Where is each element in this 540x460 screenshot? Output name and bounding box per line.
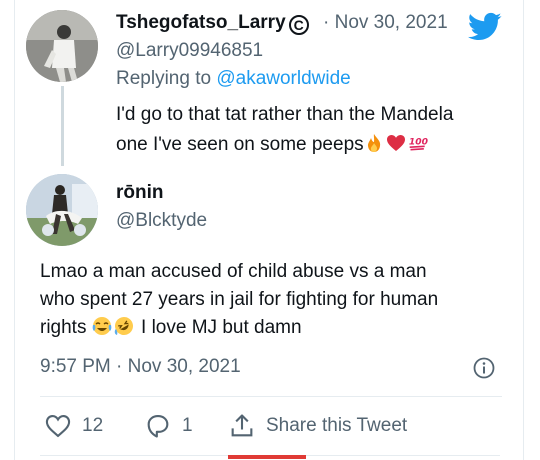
parent-tweet-text: I'd go to that tat rather than the Mande… <box>116 100 486 160</box>
info-icon[interactable] <box>472 356 496 380</box>
share-upload-icon <box>231 414 253 437</box>
main-tweet-text: Lmao a man accused of child abuse vs a m… <box>40 258 510 342</box>
main-text-line3-suffix: I love MJ but damn <box>141 317 302 338</box>
heart-outline-icon <box>45 415 71 438</box>
replying-prefix: Replying to <box>116 68 212 89</box>
stats-divider <box>40 396 502 397</box>
hundred-emoji-icon: 100 <box>408 137 428 151</box>
replying-mention-link[interactable]: @akaworldwide <box>216 68 350 89</box>
parent-date[interactable]: · Nov 30, 2021 <box>323 12 448 34</box>
main-handle[interactable]: @Blcktyde <box>116 210 207 232</box>
parent-handle[interactable]: @Larry09946851 <box>116 40 263 62</box>
main-text-line1: Lmao a man accused of child abuse vs a m… <box>40 261 427 282</box>
parent-text-line2: one I've seen on some peeps <box>116 134 364 155</box>
parent-display-name[interactable]: Tshegofatso_Larry C <box>116 12 309 35</box>
main-text-line3: rights I love MJ but damn <box>40 314 510 342</box>
thread-connector-line <box>61 86 64 166</box>
avatar-larry-photo <box>26 10 98 82</box>
main-text-line2: who spent 27 years in jail for fighting … <box>40 289 439 310</box>
reply-bubble-icon <box>147 415 169 438</box>
avatar-ronin[interactable] <box>26 174 98 246</box>
fire-emoji-icon <box>367 134 380 152</box>
tears-of-joy-emoji-icon <box>92 317 112 335</box>
main-display-name[interactable]: rōnin <box>116 182 164 204</box>
twitter-bird-icon[interactable] <box>468 12 502 42</box>
reply-button[interactable]: 1 <box>144 410 193 442</box>
bottom-accent-bar <box>228 455 306 459</box>
main-text-line3-prefix: rights <box>40 317 87 338</box>
parent-text-line1: I'd go to that tat rather than the Mande… <box>116 104 454 125</box>
tweet-timestamp[interactable]: 9:57 PM · Nov 30, 2021 <box>40 356 241 378</box>
avatar-larry[interactable] <box>26 10 98 82</box>
reply-count: 1 <box>182 415 193 436</box>
rolling-on-floor-laughing-emoji-icon <box>114 317 133 335</box>
like-button[interactable]: 12 <box>44 410 103 442</box>
share-button[interactable]: Share this Tweet <box>228 410 407 442</box>
like-count: 12 <box>82 415 104 436</box>
share-label: Share this Tweet <box>266 415 408 436</box>
replying-to: Replying to @akaworldwide <box>116 68 351 90</box>
heart-emoji-icon <box>386 135 405 151</box>
tweet-actions-bar: 12 1 Share this Tweet <box>40 410 510 442</box>
copyright-badge-icon: C <box>288 15 309 35</box>
avatar-ronin-photo <box>26 174 98 246</box>
parent-text-line2-wrap: one I've seen on some peeps 100 <box>116 130 486 160</box>
